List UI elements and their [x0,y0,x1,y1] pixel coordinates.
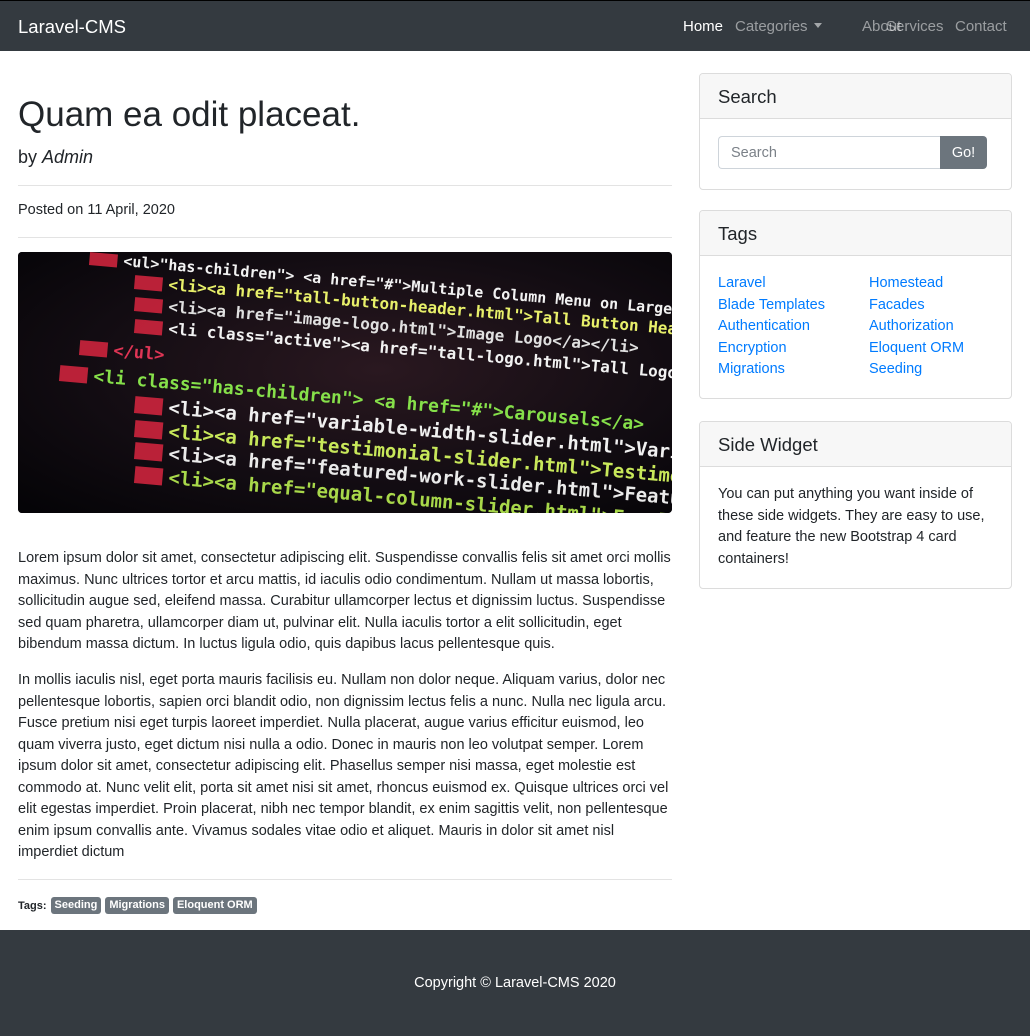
side-widget-title: Side Widget [700,422,1011,467]
divider [18,237,672,238]
sidebar-tag-link[interactable]: Migrations [718,361,785,377]
divider [18,879,672,880]
code-tag-marker [133,420,164,440]
tags-label: Tags: [18,899,47,912]
search-go-button[interactable]: Go! [940,136,987,169]
tag-badge[interactable]: Seeding [50,897,102,914]
sidebar-tag-link[interactable]: Blade Templates [718,297,825,313]
posted-date-value: 11 April, 2020 [87,202,175,218]
posted-on-prefix: Posted on [18,202,84,218]
code-tag-marker [58,365,89,384]
sidebar-tag-link[interactable]: Encryption [718,340,787,356]
sidebar-tag-link[interactable]: Authorization [869,318,954,334]
brand-link[interactable]: Laravel-CMS [18,16,126,38]
sidebar-tag-link[interactable]: Authentication [718,318,810,334]
code-tag-marker [78,340,109,358]
post-title: Quam ea odit placeat. [18,95,361,134]
nav-contact[interactable]: Contact [955,18,1007,35]
tags-card: Tags Laravel Blade Templates Authenticat… [699,210,1012,399]
sidebar-tag-link[interactable]: Facades [869,297,925,313]
side-widget-text: You can put anything you want inside of … [718,486,985,567]
code-tag-marker [133,396,164,416]
sidebar-tag-link[interactable]: Homestead [869,275,943,291]
search-card: Search Go! [699,73,1012,190]
code-screenshot-svg: <ul>"has-children"> <a href="#">Multiple… [18,252,672,513]
nav-categories-dropdown[interactable]: Categories [735,18,822,35]
sidebar-tag-link[interactable]: Laravel [718,275,766,291]
post-byline: by Admin [18,147,93,168]
nav-home[interactable]: Home [683,18,723,35]
nav-services[interactable]: Services [886,18,944,35]
copyright-text: Copyright © Laravel-CMS 2020 [414,975,616,991]
footer: Copyright © Laravel-CMS 2020 [0,930,1030,1036]
post-paragraph: Lorem ipsum dolor sit amet, consectetur … [18,550,671,652]
sidebar-tag-link[interactable]: Seeding [869,361,922,377]
navbar: Laravel-CMS Home Categories About Servic… [0,0,1030,51]
code-tag-marker [133,442,164,462]
post-paragraph: In mollis iaculis nisl, eget porta mauri… [18,672,669,860]
post-date: Posted on 11 April, 2020 [18,202,175,218]
code-screenshot-image: <ul>"has-children"> <a href="#">Multiple… [18,252,672,513]
chevron-down-icon [813,23,822,28]
code-tag-marker [133,319,164,336]
code-tag-marker [133,466,164,486]
nav-categories-label: Categories [735,18,808,35]
post-author: Admin [42,147,94,167]
code-tag-marker [133,275,164,292]
sidebar-tag-link[interactable]: Eloquent ORM [869,340,964,356]
side-widget-card: Side Widget You can put anything you wan… [699,421,1012,589]
byline-prefix: by [18,147,38,167]
tag-badge[interactable]: Eloquent ORM [172,897,257,914]
tags-card-title: Tags [700,211,1011,256]
code-tag-marker [133,297,164,314]
tag-badge[interactable]: Migrations [105,897,169,914]
search-input[interactable] [718,136,941,169]
code-tag-marker [88,252,118,268]
divider [18,185,672,186]
search-card-title: Search [700,74,1011,119]
post-tags: Tags: Seeding Migrations Eloquent ORM [18,897,257,914]
